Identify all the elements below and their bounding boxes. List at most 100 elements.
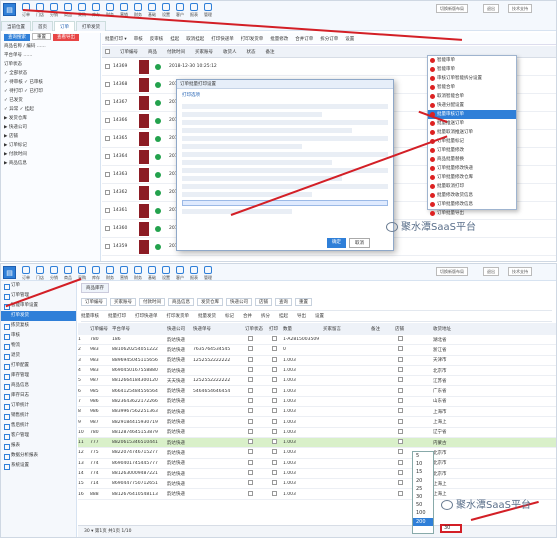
cell-checkbox[interactable]: [245, 470, 269, 477]
row-checkbox[interactable]: [398, 418, 403, 424]
cell-checkbox[interactable]: [395, 387, 433, 395]
cell-checkbox[interactable]: [245, 418, 269, 426]
column-header[interactable]: 收货地址: [433, 326, 473, 332]
column-header[interactable]: 平台单号: [112, 326, 167, 332]
sidebar-filter-row[interactable]: ✓ 已发货: [1, 96, 100, 105]
sidebar-filter-row[interactable]: ✓ 待打印 ✓ 已打印: [1, 87, 100, 96]
table-row[interactable]: 2 983 8810620254051222 韵达快递 7635764534545 0 浙江…: [78, 345, 556, 356]
cell-checkbox[interactable]: [269, 459, 283, 467]
column-header[interactable]: 收货人: [223, 49, 237, 55]
sidebar-item[interactable]: 审核: [1, 331, 76, 341]
table-row[interactable]: 14 774 8812630009487221 韵达快递 1.003 北京市: [78, 469, 556, 480]
table-row[interactable]: 15 714 8690447750712651 韵达快递 1.003 上海上: [78, 479, 556, 490]
tab-item[interactable]: 当前位置: [1, 21, 31, 31]
cell-checkbox[interactable]: [395, 439, 433, 446]
toolbar-button[interactable]: 批量审核: [81, 313, 99, 319]
table-row[interactable]: 9 987 8829184415930719 韵达快递 1.003 上海上: [78, 417, 556, 428]
menu-item[interactable]: 订单批量修改快递: [428, 164, 516, 173]
menu-item[interactable]: 批量取消打印: [428, 182, 516, 191]
nav-item[interactable]: 基础: [145, 266, 159, 281]
menu-item[interactable]: 取消智能合单: [428, 92, 516, 101]
row-checkbox[interactable]: [398, 356, 403, 362]
filter-field[interactable]: 付款时间: [139, 298, 165, 306]
cell-checkbox[interactable]: [269, 418, 283, 426]
page-size-option[interactable]: 15: [413, 468, 433, 476]
toolbar-button[interactable]: 拆分: [261, 313, 270, 319]
cell-checkbox[interactable]: [395, 408, 433, 415]
nav-item[interactable]: 管理: [201, 3, 215, 18]
row-checkbox[interactable]: [248, 356, 253, 362]
nav-item[interactable]: 采购: [75, 3, 89, 18]
table-row[interactable]: 12 775 8822074746715277 韵达快递 1.003 北京市: [78, 448, 556, 459]
select-all-checkbox[interactable]: [105, 49, 110, 54]
dialog-highlight-option[interactable]: [182, 200, 388, 206]
column-header[interactable]: 买家账号: [195, 49, 213, 55]
nav-item[interactable]: 订单: [19, 266, 33, 281]
dialog-cancel-button[interactable]: 取消: [349, 238, 370, 248]
nav-item[interactable]: 财务: [131, 266, 145, 281]
nav-item[interactable]: 客户: [173, 266, 187, 281]
menu-item[interactable]: 智能审单: [428, 56, 516, 65]
row-checkbox[interactable]: [248, 428, 253, 434]
nav-item[interactable]: 商品: [61, 266, 75, 281]
row-checkbox[interactable]: [105, 190, 110, 195]
nav-item[interactable]: 设置: [159, 266, 173, 281]
cell-checkbox[interactable]: [395, 377, 433, 384]
reset-button[interactable]: 重置: [32, 33, 51, 40]
cell-checkbox[interactable]: [269, 377, 283, 384]
table-row[interactable]: 6 985 8664125484556564 韵达快递 5464654646454 1.0…: [78, 386, 556, 397]
table-row[interactable]: 13 774 8690401745445777 韵达快递 1.003 北京市: [78, 459, 556, 469]
menu-item[interactable]: 批量修改收货信息: [428, 191, 516, 200]
row-checkbox[interactable]: [272, 449, 277, 455]
column-header[interactable]: 备注: [266, 49, 275, 55]
sidebar-item[interactable]: 系统设置: [1, 461, 76, 471]
sidebar-item[interactable]: 退货: [1, 351, 76, 361]
row-checkbox[interactable]: [248, 490, 253, 496]
filter-field[interactable]: 订单编号: [81, 298, 107, 306]
sidebar-item[interactable]: 打单发货: [1, 311, 76, 321]
toolbar-button[interactable]: 挂起: [279, 313, 288, 319]
toolbar-button[interactable]: 导出: [297, 313, 306, 319]
sidebar-item[interactable]: 拣货复核: [1, 321, 76, 331]
cell-checkbox[interactable]: [245, 439, 269, 446]
page-size-dropdown[interactable]: 5 10 15 20 25 30 50 100 200: [412, 451, 434, 534]
menu-item[interactable]: 订单批量修改信息: [428, 200, 516, 209]
row-checkbox[interactable]: [105, 172, 110, 177]
toolbar-button[interactable]: 合并订单: [295, 36, 313, 42]
sidebar-filter-row[interactable]: ▶ 订单标记: [1, 141, 100, 150]
row-checkbox[interactable]: [398, 377, 403, 383]
nav-item[interactable]: 商品: [61, 3, 75, 18]
row-checkbox[interactable]: [248, 387, 253, 393]
menu-item[interactable]: 快递分配设置: [428, 101, 516, 110]
row-checkbox[interactable]: [272, 470, 277, 475]
cell-checkbox[interactable]: [245, 367, 269, 374]
toolbar-button[interactable]: 设置: [345, 36, 354, 42]
menu-item[interactable]: 智能审单: [428, 65, 516, 74]
menu-item[interactable]: 智能合单: [428, 83, 516, 92]
row-checkbox[interactable]: [105, 154, 110, 159]
nav-item[interactable]: 分销: [47, 266, 61, 281]
sidebar-item[interactable]: 客户管理: [1, 431, 76, 441]
toolbar-button[interactable]: 批量修改: [270, 36, 288, 42]
cell-checkbox[interactable]: [269, 356, 283, 364]
sidebar-item[interactable]: 库存管理: [1, 371, 76, 381]
cell-checkbox[interactable]: [269, 480, 283, 487]
sidebar-filter-row[interactable]: ▶ 店铺: [1, 132, 100, 141]
page-size-option[interactable]: 25: [413, 485, 433, 493]
row-checkbox[interactable]: [272, 377, 277, 383]
tab-item[interactable]: 首页: [32, 21, 53, 31]
row-checkbox[interactable]: [105, 100, 110, 105]
row-checkbox[interactable]: [248, 418, 253, 424]
page-size-option[interactable]: 50: [413, 501, 433, 509]
toolbar-button[interactable]: 标记: [225, 313, 234, 319]
row-checkbox[interactable]: [248, 336, 253, 342]
cell-checkbox[interactable]: [245, 449, 269, 456]
row-checkbox[interactable]: [248, 408, 253, 414]
cell-checkbox[interactable]: [245, 459, 269, 467]
row-checkbox[interactable]: [398, 470, 403, 475]
nav-item[interactable]: 库存: [89, 266, 103, 281]
row-checkbox[interactable]: [398, 408, 403, 414]
support-button[interactable]: 技术支持: [508, 267, 532, 276]
cell-checkbox[interactable]: [269, 408, 283, 415]
cell-checkbox[interactable]: [245, 408, 269, 415]
